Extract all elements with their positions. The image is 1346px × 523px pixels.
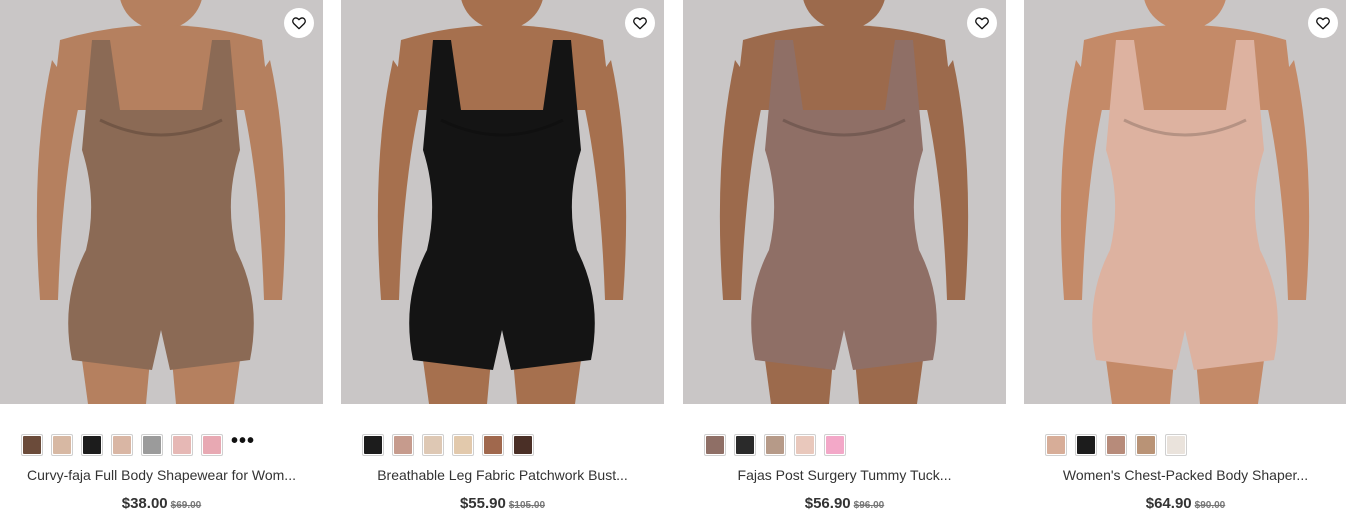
color-swatch[interactable] bbox=[392, 434, 414, 456]
heart-icon bbox=[1316, 17, 1330, 30]
product-card[interactable]: ••• Curvy-faja Full Body Shapewear for Wo… bbox=[0, 0, 323, 523]
color-swatch[interactable] bbox=[764, 434, 786, 456]
product-card[interactable]: Breathable Leg Fabric Patchwork Bust... $… bbox=[341, 0, 664, 523]
original-price: $69.00 bbox=[170, 500, 202, 511]
color-swatch[interactable] bbox=[81, 434, 103, 456]
original-price: $105.00 bbox=[508, 500, 546, 511]
color-swatch[interactable] bbox=[1135, 434, 1157, 456]
heart-icon bbox=[975, 17, 989, 30]
color-swatch[interactable] bbox=[704, 434, 726, 456]
product-image[interactable] bbox=[0, 0, 323, 404]
product-title[interactable]: Curvy-faja Full Body Shapewear for Wom..… bbox=[0, 467, 323, 483]
color-swatch[interactable] bbox=[111, 434, 133, 456]
heart-icon bbox=[633, 17, 647, 30]
wishlist-button[interactable] bbox=[1308, 8, 1338, 38]
heart-icon bbox=[292, 17, 306, 30]
product-image[interactable] bbox=[683, 0, 1006, 404]
wishlist-button[interactable] bbox=[284, 8, 314, 38]
model-figure bbox=[683, 0, 1006, 404]
color-swatch[interactable] bbox=[1165, 434, 1187, 456]
original-price: $96.00 bbox=[853, 500, 885, 511]
color-swatch[interactable] bbox=[482, 434, 504, 456]
color-swatches bbox=[341, 434, 685, 456]
color-swatch[interactable] bbox=[201, 434, 223, 456]
color-swatch[interactable] bbox=[1045, 434, 1067, 456]
color-swatch[interactable] bbox=[21, 434, 43, 456]
price-row: $38.00 $69.00 bbox=[0, 495, 323, 513]
color-swatches bbox=[1024, 434, 1346, 456]
color-swatches bbox=[683, 434, 1027, 456]
original-price: $90.00 bbox=[1194, 500, 1226, 511]
wishlist-button[interactable] bbox=[625, 8, 655, 38]
color-swatch[interactable] bbox=[51, 434, 73, 456]
color-swatch[interactable] bbox=[512, 434, 534, 456]
product-image[interactable] bbox=[341, 0, 664, 404]
color-swatch[interactable] bbox=[362, 434, 384, 456]
sale-price: $38.00 bbox=[121, 495, 168, 512]
model-figure bbox=[341, 0, 664, 404]
more-colors-button[interactable]: ••• bbox=[231, 431, 255, 456]
color-swatch[interactable] bbox=[734, 434, 756, 456]
product-image[interactable] bbox=[1024, 0, 1346, 404]
product-card[interactable]: Women's Chest-Packed Body Shaper... $64.9… bbox=[1024, 0, 1346, 523]
color-swatch[interactable] bbox=[171, 434, 193, 456]
color-swatch[interactable] bbox=[1105, 434, 1127, 456]
sale-price: $55.90 bbox=[459, 495, 506, 512]
product-grid: ••• Curvy-faja Full Body Shapewear for Wo… bbox=[0, 0, 1346, 523]
color-swatch[interactable] bbox=[452, 434, 474, 456]
sale-price: $56.90 bbox=[804, 495, 851, 512]
model-figure bbox=[0, 0, 323, 404]
color-swatch[interactable] bbox=[422, 434, 444, 456]
color-swatches: ••• bbox=[0, 431, 344, 456]
price-row: $56.90 $96.00 bbox=[683, 495, 1006, 513]
product-title[interactable]: Fajas Post Surgery Tummy Tuck... bbox=[683, 467, 1006, 483]
price-row: $64.90 $90.00 bbox=[1024, 495, 1346, 513]
wishlist-button[interactable] bbox=[967, 8, 997, 38]
color-swatch[interactable] bbox=[824, 434, 846, 456]
model-figure bbox=[1024, 0, 1346, 404]
product-title[interactable]: Breathable Leg Fabric Patchwork Bust... bbox=[341, 467, 664, 483]
color-swatch[interactable] bbox=[1075, 434, 1097, 456]
sale-price: $64.90 bbox=[1145, 495, 1192, 512]
color-swatch[interactable] bbox=[794, 434, 816, 456]
price-row: $55.90 $105.00 bbox=[341, 495, 664, 513]
color-swatch[interactable] bbox=[141, 434, 163, 456]
product-card[interactable]: Fajas Post Surgery Tummy Tuck... $56.90 $9… bbox=[683, 0, 1006, 523]
product-title[interactable]: Women's Chest-Packed Body Shaper... bbox=[1024, 467, 1346, 483]
